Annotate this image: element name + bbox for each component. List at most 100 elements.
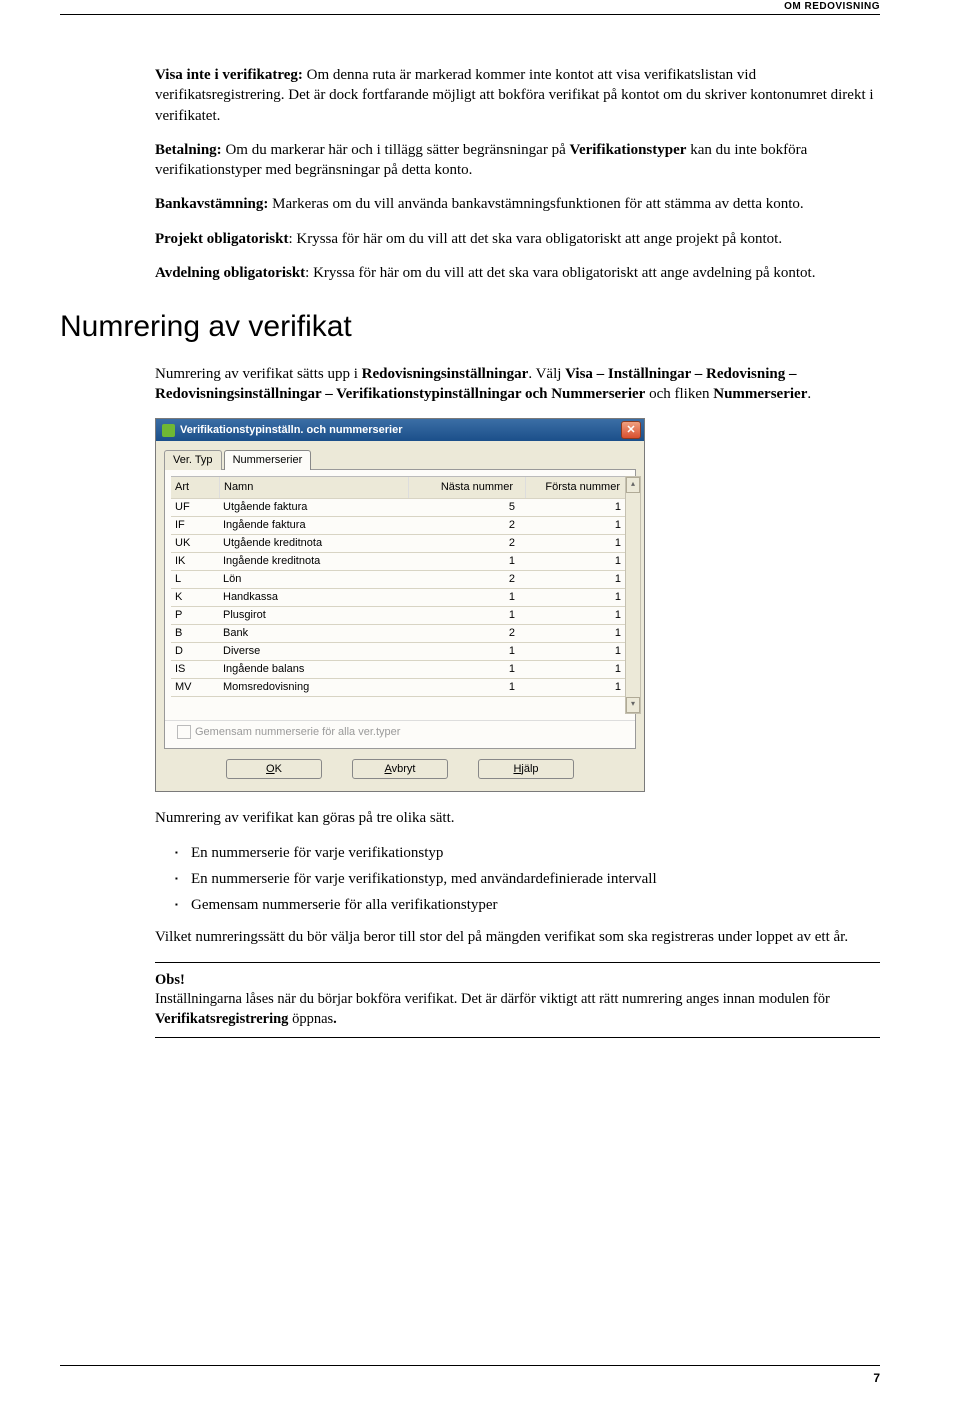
rest: Om du markerar här och i tillägg sätter … <box>222 142 570 158</box>
ways-intro: Numrering av verifikat kan göras på tre … <box>155 808 880 828</box>
table-row[interactable]: PPlusgirot11 <box>171 606 629 624</box>
ways-summary: Vilket numreringssätt du bör välja beror… <box>155 927 880 947</box>
app-icon <box>162 424 175 437</box>
cell-art: IS <box>171 661 219 678</box>
table-row[interactable]: ISIngående balans11 <box>171 660 629 678</box>
header-rule <box>60 14 880 15</box>
paragraph-betalning: Betalning: Om du markerar här och i till… <box>155 140 880 181</box>
close-button[interactable]: ✕ <box>621 421 641 439</box>
cell-namn: Diverse <box>219 643 411 660</box>
cell-art: K <box>171 589 219 606</box>
t: Redovisningsinställningar <box>362 366 529 382</box>
dialog-buttons: OOKK AvbrytAvbryt HjälpHjälp <box>164 749 636 782</box>
cell-nasta: 2 <box>411 571 527 588</box>
titlebar: Verifikationstypinställn. och nummerseri… <box>156 419 644 441</box>
cell-namn: Utgående kreditnota <box>219 535 411 552</box>
t: . <box>807 386 811 402</box>
section-heading: Numrering av verifikat <box>60 307 880 348</box>
col-forsta: Första nummer <box>526 477 629 498</box>
list-item: En nummerserie för varje verifikationsty… <box>175 843 880 863</box>
lead: Bankavstämning: <box>155 196 268 212</box>
t: Nummerserier <box>713 386 807 402</box>
cell-nasta: 2 <box>411 517 527 534</box>
table-row[interactable]: UFUtgående faktura51 <box>171 498 629 516</box>
paragraph-visa-inte: Visa inte i verifikatreg: Om denna ruta … <box>155 65 880 126</box>
ok-button[interactable]: OOKK <box>226 759 322 780</box>
table-row[interactable]: IKIngående kreditnota11 <box>171 552 629 570</box>
shared-series-label: Gemensam nummerserie för alla ver.typer <box>195 725 400 740</box>
table-row[interactable]: KHandkassa11 <box>171 588 629 606</box>
lead: Betalning: <box>155 142 222 158</box>
table-row[interactable]: BBank21 <box>171 624 629 642</box>
cell-forsta: 1 <box>527 661 629 678</box>
cell-namn: Ingående balans <box>219 661 411 678</box>
grid-header: Art Namn Nästa nummer Första nummer <box>171 476 629 498</box>
col-namn: Namn <box>220 477 409 498</box>
t: Numrering av verifikat sätts upp i <box>155 366 362 382</box>
cell-namn: Bank <box>219 625 411 642</box>
cell-art: UK <box>171 535 219 552</box>
cell-art: MV <box>171 679 219 696</box>
header-label: OM REDOVISNING <box>784 0 880 14</box>
scrollbar[interactable]: ▴ ▾ <box>625 476 641 714</box>
paragraph-avdelning: Avdelning obligatoriskt: Kryssa för här … <box>155 263 880 283</box>
t: . <box>333 1011 337 1027</box>
cell-nasta: 1 <box>411 661 527 678</box>
t: och fliken <box>645 386 713 402</box>
table-row[interactable]: DDiverse11 <box>171 642 629 660</box>
cell-forsta: 1 <box>527 607 629 624</box>
t: Verifikatsregistrering <box>155 1011 288 1027</box>
cell-nasta: 1 <box>411 553 527 570</box>
scroll-up-icon[interactable]: ▴ <box>626 477 640 493</box>
lead: Visa inte i verifikatreg: <box>155 67 303 83</box>
shared-series-checkbox[interactable] <box>177 725 191 739</box>
cell-forsta: 1 <box>527 643 629 660</box>
tab-nummerserier[interactable]: Nummerserier <box>224 450 312 470</box>
cell-nasta: 1 <box>411 679 527 696</box>
tab-ver-typ[interactable]: Ver. Typ <box>164 450 222 470</box>
dialog-title: Verifikationstypinställn. och nummerseri… <box>180 423 403 438</box>
cell-nasta: 2 <box>411 535 527 552</box>
obs-note: Obs! Inställningarna låses när du börjar… <box>155 962 880 1039</box>
table-row[interactable]: IFIngående faktura21 <box>171 516 629 534</box>
lead: Projekt obligatoriskt <box>155 231 288 247</box>
scroll-down-icon[interactable]: ▾ <box>626 697 640 713</box>
col-art: Art <box>171 477 220 498</box>
cell-nasta: 1 <box>411 589 527 606</box>
obs-title: Obs! <box>155 971 880 991</box>
table-row[interactable]: MVMomsredovisning11 <box>171 678 629 696</box>
col-nasta: Nästa nummer <box>409 477 526 498</box>
grid: Art Namn Nästa nummer Första nummer UFUt… <box>171 476 629 714</box>
cell-nasta: 5 <box>411 499 527 516</box>
cell-namn: Utgående faktura <box>219 499 411 516</box>
list-item: Gemensam nummerserie för alla verifikati… <box>175 895 880 915</box>
cell-forsta: 1 <box>527 679 629 696</box>
table-row[interactable]: UKUtgående kreditnota21 <box>171 534 629 552</box>
table-row[interactable]: LLön21 <box>171 570 629 588</box>
rest: Markeras om du vill använda bankavstämni… <box>268 196 803 212</box>
section-intro: Numrering av verifikat sätts upp i Redov… <box>155 364 880 405</box>
cell-namn: Handkassa <box>219 589 411 606</box>
rest: : Kryssa för här om du vill att det ska … <box>305 265 815 281</box>
lead: Avdelning obligatoriskt <box>155 265 305 281</box>
cell-forsta: 1 <box>527 571 629 588</box>
term: Verifikationstyper <box>569 142 686 158</box>
help-button[interactable]: HjälpHjälp <box>478 759 574 780</box>
cell-forsta: 1 <box>527 517 629 534</box>
paragraph-projekt: Projekt obligatoriskt: Kryssa för här om… <box>155 229 880 249</box>
tab-panel: Art Namn Nästa nummer Första nummer UFUt… <box>164 469 636 749</box>
cell-forsta: 1 <box>527 589 629 606</box>
cell-art: IK <box>171 553 219 570</box>
cell-forsta: 1 <box>527 499 629 516</box>
cell-forsta: 1 <box>527 553 629 570</box>
cell-nasta: 1 <box>411 643 527 660</box>
t: Inställningarna låses när du börjar bokf… <box>155 991 830 1007</box>
paragraph-bankavstamning: Bankavstämning: Markeras om du vill anvä… <box>155 194 880 214</box>
obs-body: Inställningarna låses när du börjar bokf… <box>155 990 880 1029</box>
cell-art: IF <box>171 517 219 534</box>
cancel-button[interactable]: AvbrytAvbryt <box>352 759 448 780</box>
table-row <box>171 696 629 714</box>
cell-art: P <box>171 607 219 624</box>
page-number: 7 <box>873 1370 880 1386</box>
dialog-screenshot: Verifikationstypinställn. och nummerseri… <box>155 418 880 792</box>
